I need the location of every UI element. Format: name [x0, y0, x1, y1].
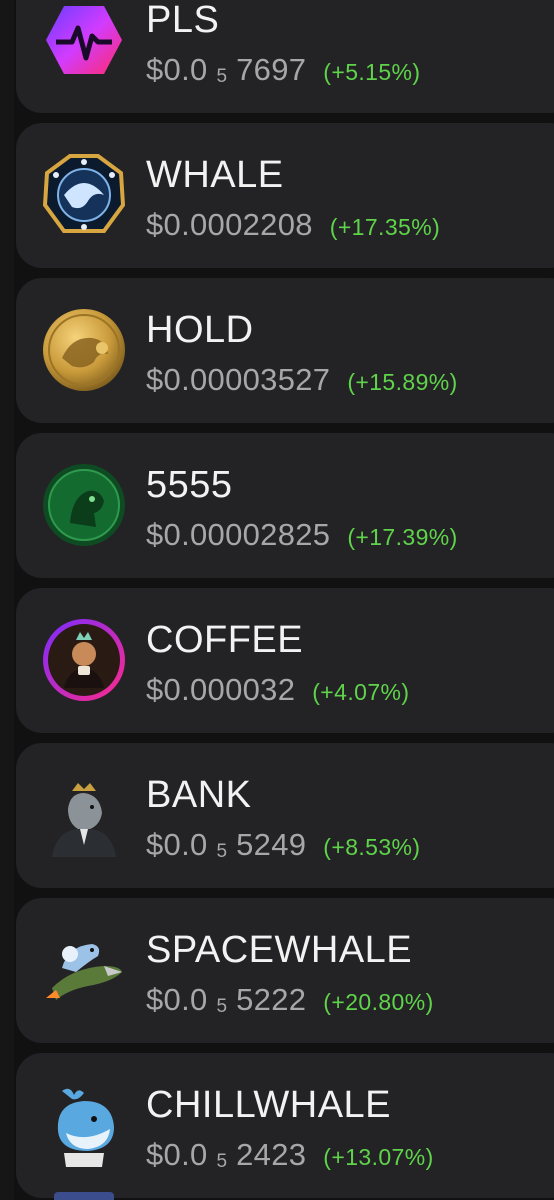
- price-digits: 5222: [236, 982, 307, 1017]
- price-row: $0.0002208 (+17.35%): [146, 207, 440, 243]
- price-row: $0.00003527 (+15.89%): [146, 362, 458, 398]
- token-card-chillwhale[interactable]: CHILLWHALE $0.0 5 2423 (+13.07%): [16, 1053, 554, 1198]
- token-card-coffee[interactable]: COFFEE $0.000032 (+4.07%): [16, 588, 554, 733]
- price-zero-count: 5: [216, 66, 228, 87]
- token-price: $0.0: [146, 827, 208, 862]
- token-symbol: SPACEWHALE: [146, 929, 413, 971]
- price-change: (+17.35%): [329, 214, 441, 240]
- token-symbol: WHALE: [146, 154, 284, 196]
- rocket-whale-icon: [42, 928, 126, 1012]
- token-price: $0.000032: [146, 672, 296, 707]
- token-price: $0.0: [146, 1137, 208, 1172]
- token-card-bank[interactable]: BANK $0.0 5 5249 (+8.53%): [16, 743, 554, 888]
- token-price: $0.00002825: [146, 517, 331, 552]
- price-row: $0.000032 (+4.07%): [146, 672, 409, 708]
- price-change: (+17.39%): [347, 524, 458, 550]
- token-symbol: CHILLWHALE: [146, 1084, 392, 1126]
- token-price: $0.0: [146, 52, 208, 87]
- token-card-5555[interactable]: 5555 $0.00002825 (+17.39%): [16, 433, 554, 578]
- token-symbol: BANK: [146, 774, 252, 816]
- price-change: (+15.89%): [347, 369, 458, 395]
- price-change: (+4.07%): [312, 679, 410, 705]
- pulse-heartbeat-icon: [42, 0, 126, 82]
- token-price: $0.00003527: [146, 362, 331, 397]
- price-digits: 5249: [236, 827, 307, 862]
- token-symbol: HOLD: [146, 309, 254, 351]
- price-row: $0.00002825 (+17.39%): [146, 517, 458, 553]
- price-change: (+20.80%): [323, 989, 434, 1015]
- price-change: (+5.15%): [323, 59, 421, 85]
- whale-octagon-icon: [42, 153, 126, 237]
- token-list: PLS $0.0 5 7697 (+5.15%) WHALE $0.000220…: [16, 0, 554, 1200]
- token-price: $0.0: [146, 982, 208, 1017]
- token-symbol: COFFEE: [146, 619, 304, 661]
- price-change: (+8.53%): [323, 834, 421, 860]
- price-zero-count: 5: [216, 1151, 228, 1172]
- token-price: $0.0002208: [146, 207, 313, 242]
- price-zero-count: 5: [216, 841, 228, 862]
- token-symbol: PLS: [146, 0, 220, 41]
- price-change: (+13.07%): [323, 1144, 434, 1170]
- cartoon-whale-icon: [42, 1083, 126, 1167]
- token-card-pls[interactable]: PLS $0.0 5 7697 (+5.15%): [16, 0, 554, 113]
- coffee-avatar-icon: [42, 618, 126, 702]
- token-symbol: 5555: [146, 464, 233, 506]
- token-card-hold[interactable]: HOLD $0.00003527 (+15.89%): [16, 278, 554, 423]
- next-token-logo-partial: [54, 1192, 114, 1200]
- token-card-spacewhale[interactable]: SPACEWHALE $0.0 5 5222 (+20.80%): [16, 898, 554, 1043]
- token-list-screen: PLS $0.0 5 7697 (+5.15%) WHALE $0.000220…: [0, 0, 554, 1200]
- price-row: $0.0 5 7697 (+5.15%): [146, 52, 420, 88]
- price-row: $0.0 5 5222 (+20.80%): [146, 982, 434, 1018]
- price-row: $0.0 5 2423 (+13.07%): [146, 1137, 434, 1173]
- price-digits: 7697: [236, 52, 307, 87]
- green-coin-icon: [42, 463, 126, 547]
- banker-whale-icon: [42, 773, 126, 857]
- left-edge: [0, 0, 14, 1200]
- gold-coin-icon: [42, 308, 126, 392]
- token-card-whale[interactable]: WHALE $0.0002208 (+17.35%): [16, 123, 554, 268]
- price-digits: 2423: [236, 1137, 307, 1172]
- price-zero-count: 5: [216, 996, 228, 1017]
- price-row: $0.0 5 5249 (+8.53%): [146, 827, 420, 863]
